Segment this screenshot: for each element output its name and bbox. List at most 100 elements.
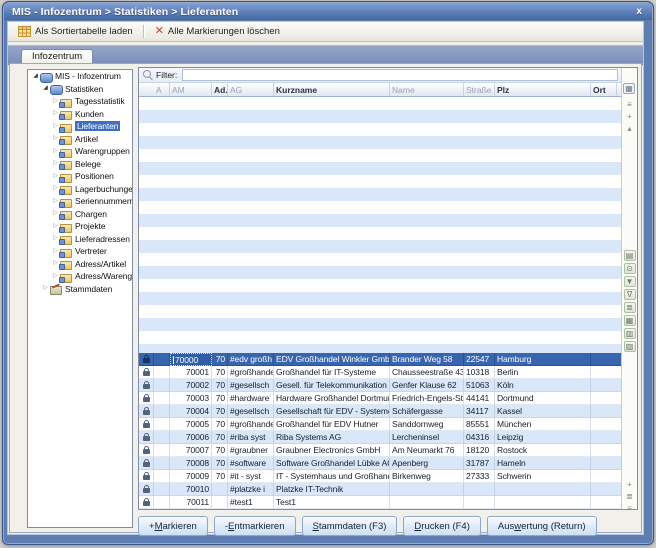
cell-kurzname[interactable]: #software bbox=[228, 457, 274, 470]
action-button[interactable]: - Entmarkieren bbox=[214, 516, 296, 536]
tree-expander-icon[interactable] bbox=[41, 284, 50, 293]
table-row[interactable]: 70005 70 #großhande Großhandel für EDV H… bbox=[139, 418, 621, 431]
collapse-rows-icon[interactable]: ≡ bbox=[627, 100, 632, 110]
cell-ort[interactable]: Berlin bbox=[495, 366, 591, 379]
cell-ort[interactable]: Rostock bbox=[495, 444, 591, 457]
cell-plz[interactable]: 27333 bbox=[464, 470, 495, 483]
column-header[interactable]: Ort ▼ bbox=[591, 83, 617, 96]
cell-name[interactable]: Riba Systems AG bbox=[274, 431, 390, 444]
tree-item[interactable]: Warengruppen bbox=[28, 145, 132, 158]
tree-item[interactable]: Stammdaten bbox=[28, 283, 132, 296]
cell-am[interactable] bbox=[154, 405, 170, 418]
cell-kurzname[interactable]: #graubner bbox=[228, 444, 274, 457]
cell-plz[interactable]: 51063 bbox=[464, 379, 495, 392]
cell-strasse[interactable]: Sanddornweg bbox=[390, 418, 464, 431]
cell-plz[interactable]: 34117 bbox=[464, 405, 495, 418]
grid-view-icon[interactable]: ▥ bbox=[624, 328, 636, 339]
column-header[interactable]: A ▼ bbox=[154, 83, 170, 96]
cell-ag[interactable] bbox=[212, 496, 228, 509]
card-view-icon[interactable]: ▤ bbox=[624, 250, 636, 261]
cell-am[interactable] bbox=[154, 392, 170, 405]
cell-marker[interactable] bbox=[139, 392, 154, 405]
table-row[interactable]: 70000 70 #edv großh EDV Großhandel Winkl… bbox=[139, 353, 621, 366]
tree-item[interactable]: Kunden bbox=[28, 108, 132, 121]
scroll-up-icon[interactable]: ▴ bbox=[627, 124, 631, 134]
cell-adnr[interactable]: 70003 bbox=[170, 392, 212, 405]
cell-ag[interactable]: 70 bbox=[212, 470, 228, 483]
cell-name[interactable]: Graubner Electronics GmbH bbox=[274, 444, 390, 457]
cell-name[interactable]: EDV Großhandel Winkler GmbH bbox=[274, 353, 390, 366]
cell-strasse[interactable] bbox=[390, 496, 464, 509]
cell-marker[interactable] bbox=[139, 405, 154, 418]
column-header[interactable]: Kurzname ▼ bbox=[274, 83, 390, 96]
cell-ort[interactable]: Leipzig bbox=[495, 431, 591, 444]
cell-strasse[interactable]: Birkenweg bbox=[390, 470, 464, 483]
cell-strasse[interactable]: Brander Weg 58 bbox=[390, 353, 464, 366]
cell-am[interactable] bbox=[154, 444, 170, 457]
cell-ort[interactable] bbox=[495, 496, 591, 509]
cell-plz[interactable]: 10318 bbox=[464, 366, 495, 379]
cell-adnr[interactable]: 70010 bbox=[170, 483, 212, 496]
clear-marks-button[interactable]: ✕ Alle Markierungen löschen bbox=[149, 25, 286, 38]
cell-plz[interactable]: 18120 bbox=[464, 444, 495, 457]
tree-item[interactable]: Lagerbuchungen bbox=[28, 183, 132, 196]
cell-kurzname[interactable]: #großhande bbox=[228, 418, 274, 431]
cell-ag[interactable]: 70 bbox=[212, 366, 228, 379]
details-view-icon[interactable]: ▧ bbox=[624, 341, 636, 352]
action-button[interactable]: + Markieren bbox=[138, 516, 208, 536]
cell-kurzname[interactable]: #gesellsch bbox=[228, 405, 274, 418]
search-icon[interactable]: ⊙ bbox=[624, 263, 636, 274]
cell-name[interactable]: Gesell. für Telekommunikation bbox=[274, 379, 390, 392]
cell-ag[interactable]: 70 bbox=[212, 392, 228, 405]
cell-plz[interactable]: 22547 bbox=[464, 353, 495, 366]
cell-strasse[interactable]: Lercheninsel bbox=[390, 431, 464, 444]
table-row[interactable]: 70003 70 #hardware Hardware Großhandel D… bbox=[139, 392, 621, 405]
column-header[interactable]: Name ▼ bbox=[390, 83, 464, 96]
cell-strasse[interactable]: Am Neumarkt 76 bbox=[390, 444, 464, 457]
cell-name[interactable]: Test1 bbox=[274, 496, 390, 509]
cell-am[interactable] bbox=[154, 457, 170, 470]
filter-input[interactable] bbox=[182, 69, 618, 81]
append-row-icon[interactable]: + bbox=[627, 480, 632, 490]
column-header[interactable]: Ad.Nr ▼ bbox=[212, 83, 228, 96]
cell-adnr[interactable]: 70005 bbox=[170, 418, 212, 431]
tree-item[interactable]: Chargen bbox=[28, 208, 132, 221]
cell-marker[interactable] bbox=[139, 457, 154, 470]
tree-item[interactable]: Artikel bbox=[28, 133, 132, 146]
cell-ag[interactable]: 70 bbox=[212, 457, 228, 470]
cell-marker[interactable] bbox=[139, 431, 154, 444]
cell-marker[interactable] bbox=[139, 366, 154, 379]
tree-item[interactable]: Statistiken bbox=[28, 83, 132, 96]
rows-icon[interactable]: ≣ bbox=[626, 492, 633, 502]
table-row[interactable]: 70011 #test1 Test1 bbox=[139, 496, 621, 509]
cell-marker[interactable] bbox=[139, 470, 154, 483]
tree-item[interactable]: Lieferadressen bbox=[28, 233, 132, 246]
cell-ort[interactable]: Kassel bbox=[495, 405, 591, 418]
tree-item[interactable]: Adress/Artikel bbox=[28, 258, 132, 271]
column-header[interactable]: Straße ▼ bbox=[464, 83, 495, 96]
action-button[interactable]: Auswertung (Return) bbox=[487, 516, 597, 536]
cell-am[interactable] bbox=[154, 418, 170, 431]
tree-item[interactable]: Projekte bbox=[28, 220, 132, 233]
tree-item[interactable]: MIS - Infozentrum bbox=[28, 70, 132, 83]
more-rows-icon[interactable]: ≡ bbox=[627, 504, 632, 510]
cell-name[interactable]: IT - Systemhaus und Großhandel bbox=[274, 470, 390, 483]
cell-ort[interactable]: Dortmund bbox=[495, 392, 591, 405]
cell-ag[interactable]: 70 bbox=[212, 418, 228, 431]
tree-item[interactable]: Vertreter bbox=[28, 245, 132, 258]
cell-kurzname[interactable]: #test1 bbox=[228, 496, 274, 509]
cell-name[interactable]: Großhandel für EDV Hutner bbox=[274, 418, 390, 431]
cell-strasse[interactable]: Chausseestraße 43 bbox=[390, 366, 464, 379]
cell-kurzname[interactable]: #riba syst bbox=[228, 431, 274, 444]
cell-adnr[interactable]: 70008 bbox=[170, 457, 212, 470]
cell-ort[interactable]: Hameln bbox=[495, 457, 591, 470]
cell-am[interactable] bbox=[154, 353, 170, 366]
cell-ag[interactable]: 70 bbox=[212, 379, 228, 392]
cell-strasse[interactable]: Genfer Klause 62 bbox=[390, 379, 464, 392]
cell-am[interactable] bbox=[154, 366, 170, 379]
cell-strasse[interactable]: Schäfergasse bbox=[390, 405, 464, 418]
cell-name[interactable]: Platzke IT-Technik bbox=[274, 483, 390, 496]
cell-am[interactable] bbox=[154, 470, 170, 483]
cell-ag[interactable]: 70 bbox=[212, 353, 228, 366]
cell-am[interactable] bbox=[154, 496, 170, 509]
